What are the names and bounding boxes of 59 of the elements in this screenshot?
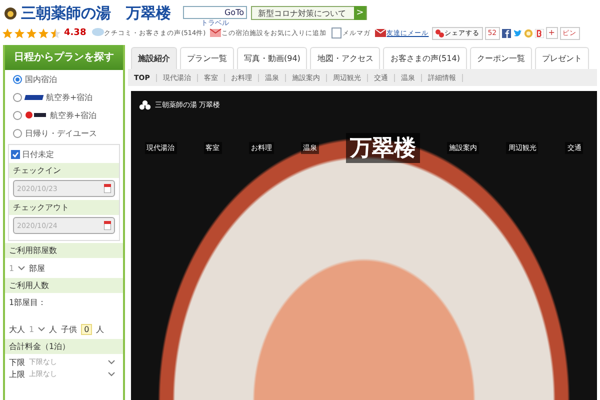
field-label: ご利用人数 xyxy=(5,278,123,293)
field-label: ご利用部屋数 xyxy=(5,243,123,258)
calendar-icon xyxy=(104,221,111,230)
facebook-icon xyxy=(502,28,511,38)
tab[interactable]: クーポン一覧 xyxy=(470,47,532,69)
hero-logo: 万翠楼 xyxy=(346,133,420,163)
star-icon xyxy=(2,28,13,38)
field-label: 合計料金（1泊） xyxy=(5,339,123,354)
speech-bubble-icon xyxy=(91,27,104,39)
adult-label: 大人 xyxy=(9,324,25,334)
tab[interactable]: プレゼント xyxy=(534,47,589,69)
covid-info-button[interactable]: 新型コロナ対策について > xyxy=(251,6,367,20)
option-label: 航空券+宿泊 xyxy=(46,92,93,102)
radio-button[interactable] xyxy=(13,110,22,120)
rating-score: 4.38 xyxy=(64,28,86,38)
tab[interactable]: お客さまの声(514) xyxy=(383,47,467,69)
price-label: 上限 xyxy=(9,368,25,380)
page-icon xyxy=(330,27,343,39)
envelope-icon xyxy=(208,27,222,39)
field-label: チェックアウト xyxy=(9,200,119,215)
radio-button[interactable] xyxy=(13,74,22,84)
chevron-down-icon xyxy=(18,266,26,270)
unit-label: 人 xyxy=(49,324,58,334)
option-label: 日帰り・デイユース xyxy=(25,128,97,138)
share-icon xyxy=(434,28,444,38)
airline-logo-icon xyxy=(24,94,44,100)
tab[interactable]: 地図・アクセス xyxy=(310,47,380,69)
chevron-down-icon xyxy=(38,326,46,332)
circle-icon xyxy=(524,28,533,38)
radio-button[interactable] xyxy=(13,92,22,102)
children-field[interactable]: 0 xyxy=(81,324,92,334)
star-icon xyxy=(50,28,61,38)
option-label: 国内宿泊 xyxy=(25,74,57,84)
room-label: 1部屋目： xyxy=(8,297,48,309)
option-label: 航空券+宿泊 xyxy=(50,110,97,120)
calendar-icon xyxy=(104,184,111,193)
envelope-icon xyxy=(374,27,387,39)
star-icon xyxy=(26,28,37,38)
unit-label: 部屋 xyxy=(29,262,46,274)
checkbox[interactable] xyxy=(11,150,20,158)
tab[interactable]: 施設紹介 xyxy=(131,47,177,69)
unit-label: 人 xyxy=(96,324,104,334)
panel-title: 日程からプランを探す xyxy=(5,45,123,70)
bird-icon xyxy=(512,28,522,38)
tab[interactable]: プラン一覧 xyxy=(180,47,234,69)
flower-logo-icon xyxy=(139,100,151,110)
checkmark-icon xyxy=(12,150,19,158)
b-icon xyxy=(534,28,544,38)
star-icon xyxy=(38,28,49,38)
child-label: 子供 xyxy=(61,324,78,334)
hotel-title: 三朝薬師の湯 万翠楼 xyxy=(21,4,171,22)
price-label: 下限 xyxy=(9,356,25,368)
tab[interactable]: 写真・動画(94) xyxy=(237,47,308,69)
star-icon xyxy=(14,28,25,38)
field-label: チェックイン xyxy=(9,163,119,178)
radio-button[interactable] xyxy=(13,128,22,138)
plus-button[interactable]: + xyxy=(546,27,558,39)
checkbox-label: 日付未定 xyxy=(22,148,54,160)
goto-badge[interactable]: GoTo xyxy=(183,6,247,19)
